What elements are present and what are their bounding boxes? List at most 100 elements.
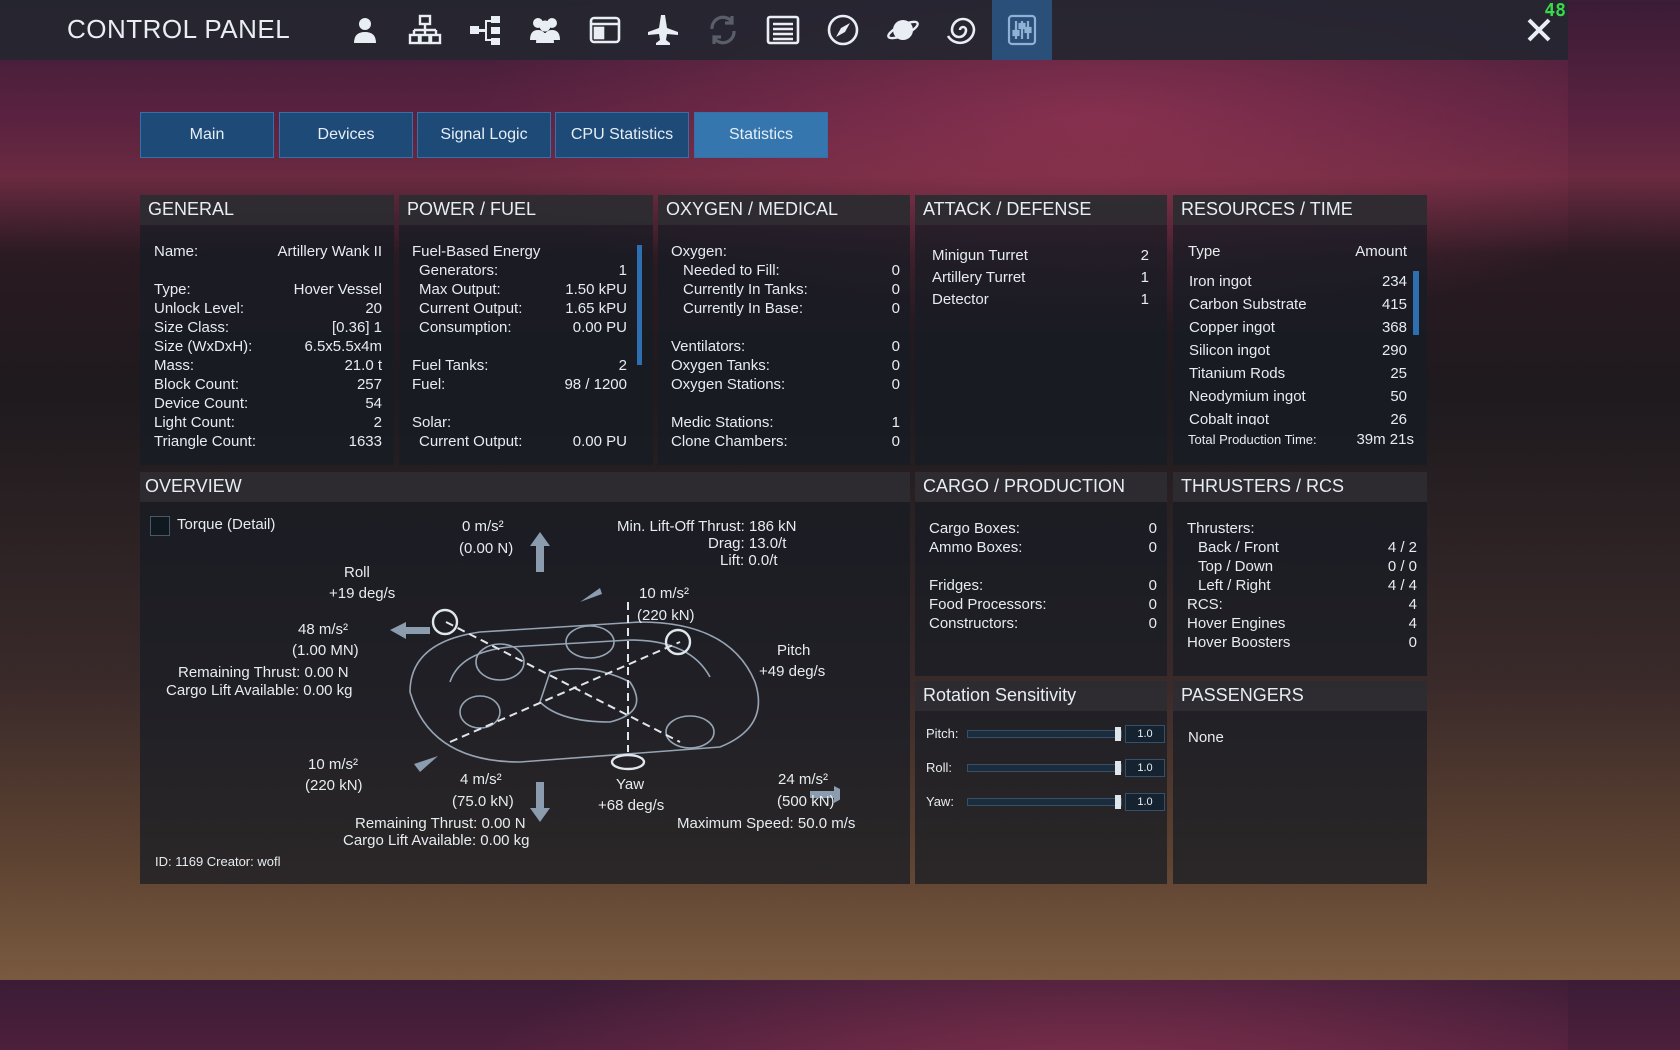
resource-value: 234 [1381,273,1407,290]
passengers-value: None [1188,729,1224,746]
pitch-slider-handle[interactable] [1115,727,1121,741]
in-tanks-label: Currently In Tanks: [683,281,808,298]
yaw-slider-value[interactable]: 1.0 [1125,793,1165,811]
yaw-slider[interactable] [967,795,1122,809]
left-accel: 48 m/s² [298,621,349,638]
remaining-thrust-upper: Remaining Thrust: 0.00 N [178,664,349,681]
general-panel: GENERAL Name: Artillery Wank II Type: Ho… [140,195,394,465]
cargo-title: CARGO / PRODUCTION [915,472,1167,502]
lift: Lift: 0.0/t [720,552,778,569]
general-title: GENERAL [140,195,394,225]
medic-value: 1 [891,414,900,431]
tab-main[interactable]: Main [140,112,274,158]
fuel-label: Fuel: [412,376,446,393]
pitch-slider[interactable] [967,727,1122,741]
roll-slider[interactable] [967,761,1122,775]
oxygen-panel: OXYGEN / MEDICAL Oxygen: Needed to Fill:… [658,195,910,465]
general-value: 21.0 t [344,357,382,374]
general-value: 1633 [348,433,382,450]
generators-value: 1 [618,262,627,279]
fuel-energy-heading: Fuel-Based Energy [412,243,541,260]
rcs-value: 4 [1408,596,1417,613]
general-value: 6.5x5.5x4m [304,338,382,355]
clone-label: Clone Chambers: [671,433,788,450]
forward-force: (220 kN) [637,607,695,624]
consumption-value: 0.00 PU [572,319,627,336]
power-scrollbar[interactable] [637,245,642,365]
settings-sliders-icon[interactable] [992,0,1052,60]
general-value: Hover Vessel [293,281,382,298]
solar-output-label: Current Output: [419,433,523,450]
roll-slider-handle[interactable] [1115,761,1121,775]
sync-icon[interactable] [693,0,753,60]
fuel-tanks-label: Fuel Tanks: [412,357,489,374]
galaxy-icon[interactable] [933,0,993,60]
general-label: Name: [154,243,199,260]
in-tanks-value: 0 [891,281,900,298]
structure-icon[interactable] [395,0,455,60]
group-icon[interactable] [515,0,575,60]
resource-value: 26 [1390,411,1407,425]
general-value: 2 [373,414,382,431]
cargo-value: 0 [1148,615,1157,632]
resource-label: Iron ingot [1189,273,1252,290]
medic-label: Medic Stations: [671,414,774,431]
cargo-value: 0 [1148,539,1157,556]
roll-slider-value[interactable]: 1.0 [1125,759,1165,777]
hover-boosters-value: 0 [1408,634,1417,651]
list-icon[interactable] [753,0,813,60]
hierarchy-icon[interactable] [455,0,515,60]
cargo-label: Food Processors: [929,596,1047,613]
resource-label: Cobalt ingot [1189,411,1270,425]
tab-devices[interactable]: Devices [279,112,413,158]
back-force: (220 kN) [305,777,363,794]
torque-label: Torque (Detail) [177,516,276,533]
rotation-title: Rotation Sensitivity [915,681,1167,711]
current-output-value: 1.65 kPU [565,300,627,317]
oxygen-tanks-label: Oxygen Tanks: [671,357,770,374]
cargo-label: Constructors: [929,615,1019,632]
yaw-slider-handle[interactable] [1115,795,1121,809]
compass-icon[interactable] [813,0,873,60]
window-title: CONTROL PANEL [67,14,291,44]
thrusters-heading: Thrusters: [1187,520,1255,537]
general-value: 54 [365,395,382,412]
thruster-value: 0 / 0 [1387,558,1417,575]
tab-cpu-statistics[interactable]: CPU Statistics [555,112,689,158]
needed-value: 0 [891,262,900,279]
pitch-slider-value[interactable]: 1.0 [1125,725,1165,743]
hover-engines-value: 4 [1408,615,1417,632]
generators-label: Generators: [419,262,499,279]
solar-heading: Solar: [412,414,452,431]
window-icon[interactable] [575,0,635,60]
clone-value: 0 [891,433,900,450]
down-force: (75.0 kN) [452,793,514,810]
roll-label: Roll [344,564,370,581]
cargo-label: Cargo Boxes: [929,520,1020,537]
general-label: Triangle Count: [154,433,256,450]
fuel-value: 98 / 1200 [564,376,627,393]
resource-value: 50 [1390,388,1407,405]
resources-scrollbar[interactable] [1413,271,1419,335]
planet-icon[interactable] [873,0,933,60]
tab-signal-logic[interactable]: Signal Logic [417,112,551,158]
oxygen-tanks-value: 0 [891,357,900,374]
total-production-value: 39m 21s [1356,431,1414,448]
back-accel: 10 m/s² [308,756,359,773]
attack-label: Artillery Turret [932,269,1026,286]
ship-icon[interactable] [633,0,693,60]
tab-statistics[interactable]: Statistics [694,112,828,158]
oxygen-title: OXYGEN / MEDICAL [658,195,910,225]
max-speed: Maximum Speed: 50.0 m/s [677,815,856,832]
cargo-panel: CARGO / PRODUCTION Cargo Boxes: 0 Ammo B… [915,472,1167,676]
thrusters-panel: THRUSTERS / RCS Thrusters: Back / Front … [1173,472,1427,676]
torque-checkbox[interactable] [150,516,170,536]
hover-engines-label: Hover Engines [1187,615,1286,632]
solar-output-value: 0.00 PU [572,433,627,450]
hover-boosters-label: Hover Boosters [1187,634,1291,651]
yaw-label: Yaw [616,776,645,793]
resources-title: RESOURCES / TIME [1173,195,1427,225]
resource-value: 368 [1381,319,1407,336]
person-icon[interactable] [335,0,395,60]
oxygen-stations-value: 0 [891,376,900,393]
